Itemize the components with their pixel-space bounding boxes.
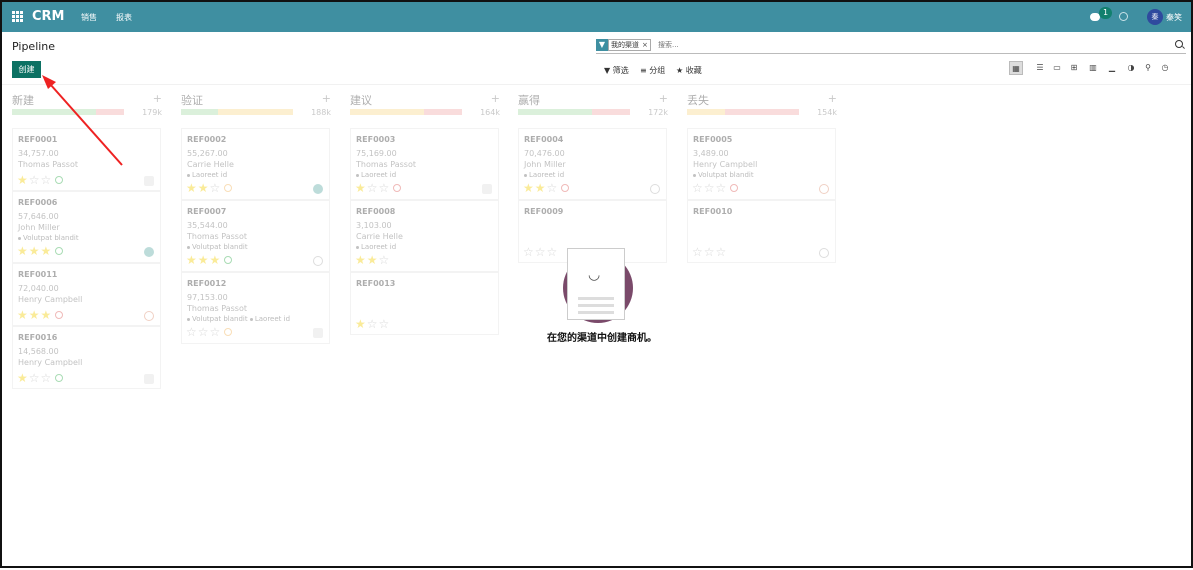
annotation-arrow	[42, 75, 123, 166]
